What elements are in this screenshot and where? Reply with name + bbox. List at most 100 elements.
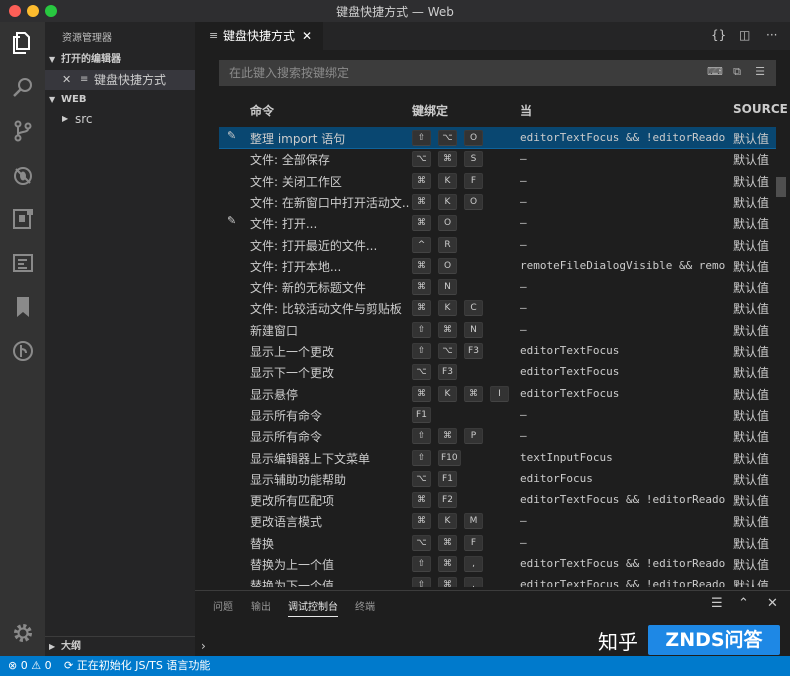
sort-by-precedence-icon[interactable]: ⧉ — [730, 65, 744, 79]
keybinding-cell: ⌘ O — [412, 257, 512, 274]
table-row[interactable]: 文件: 新的无标题文件 ⌘ N — 默认值 — [219, 276, 776, 297]
console-prompt[interactable]: › — [201, 639, 206, 653]
key-cap: ⌘ — [438, 321, 457, 338]
close-icon[interactable]: ✕ — [62, 70, 71, 90]
table-row[interactable]: ✎ 整理 import 语句 ⇧ ⌥ OeditorTextFocus && !edit… — [219, 127, 776, 149]
open-editor-item[interactable]: ✕ ≡ 键盘快捷方式 — [45, 70, 195, 90]
table-row[interactable]: 显示辅助功能帮助 ⌥ F1 editorFocus 默认值 — [219, 468, 776, 489]
table-row[interactable]: 显示悬停 ⌘ K ⌘ IeditorTextFocus 默认值 — [219, 383, 776, 404]
source-control-icon[interactable] — [10, 118, 35, 143]
key-cap: O — [438, 257, 457, 274]
table-row[interactable]: 文件: 全部保存 ⌥ ⌘ S — 默认值 — [219, 148, 776, 169]
vertical-scrollbar[interactable] — [776, 127, 786, 587]
explorer-icon[interactable] — [10, 30, 35, 55]
key-cap: ⌥ — [412, 470, 431, 487]
maximize-panel-icon[interactable]: ⌃ — [738, 596, 749, 611]
key-cap: K — [438, 193, 457, 210]
open-editors-section[interactable]: ▼ 打开的编辑器 — [45, 51, 195, 69]
table-row[interactable]: 文件: 比较活动文件与剪贴板 ⌘ K C — 默认值 — [219, 297, 776, 318]
settings-gear-icon[interactable] — [10, 620, 35, 645]
table-row[interactable]: 显示上一个更改 ⇧ ⌥ F3 editorTextFocus 默认值 — [219, 340, 776, 361]
key-cap: R — [438, 236, 457, 253]
key-cap: ⌥ — [438, 130, 457, 146]
open-json-icon[interactable]: {} — [711, 28, 726, 42]
table-row[interactable]: 文件: 打开最近的文件... ^ R — 默认值 — [219, 234, 776, 255]
when-cell: — — [520, 407, 527, 421]
key-cap: K — [438, 513, 457, 530]
keybinding-cell: ⌘ K F — [412, 172, 512, 189]
table-row[interactable]: 文件: 关闭工作区 ⌘ K F — 默认值 — [219, 170, 776, 191]
source-cell: 默认值 — [733, 323, 770, 338]
tab-label: 键盘快捷方式 — [223, 29, 296, 43]
bookmark-icon[interactable] — [10, 294, 35, 319]
source-cell: 默认值 — [733, 238, 770, 253]
table-row[interactable]: 显示编辑器上下文菜单 ⇧ F10 textInputFocus 默认值 — [219, 447, 776, 468]
key-cap: ⇧ — [412, 556, 431, 572]
column-header-source[interactable]: SOURCE — [733, 102, 788, 116]
key-cap: F1 — [438, 470, 457, 487]
extensions-icon[interactable] — [10, 206, 35, 231]
keyboard-shortcuts-file-icon: ≡ — [80, 74, 89, 85]
source-cell: 默认值 — [733, 259, 770, 274]
table-row[interactable]: 显示所有命令 F1 — 默认值 — [219, 404, 776, 425]
table-row[interactable]: 替换 ⌥ ⌘ F — 默认值 — [219, 532, 776, 553]
table-row[interactable]: 替换为上一个值 ⇧ ⌘, editorTextFocus && !editorRead… — [219, 553, 776, 574]
web-folder-section[interactable]: ▼ WEB — [45, 91, 195, 109]
debug-icon[interactable] — [10, 162, 35, 187]
outline-section[interactable]: ▶ 大纲 — [45, 636, 195, 656]
scrollbar-thumb[interactable] — [776, 177, 786, 197]
git-graph-icon[interactable] — [10, 338, 35, 363]
table-row[interactable]: 显示下一个更改 ⌥ F3 editorTextFocus 默认值 — [219, 361, 776, 382]
edit-pencil-icon[interactable]: ✎ — [227, 129, 241, 142]
panel-tab-output[interactable]: 输出 — [251, 598, 271, 616]
table-row[interactable]: 更改语言模式 ⌘ K M — 默认值 — [219, 510, 776, 531]
key-cap: ⌥ — [412, 534, 431, 551]
keybinding-cell: ⌘ K O — [412, 193, 512, 210]
command-cell: 文件: 打开本地... — [250, 259, 342, 274]
more-actions-icon[interactable]: ··· — [766, 28, 777, 42]
table-row[interactable]: 更改所有匹配项 ⌘ F2 editorTextFocus && !editorRead… — [219, 489, 776, 510]
panel-tab-problems[interactable]: 问题 — [213, 598, 233, 616]
table-row[interactable]: ✎ 文件: 打开... ⌘ O — 默认值 — [219, 212, 776, 233]
table-row[interactable]: 显示所有命令 ⇧ ⌘ P — 默认值 — [219, 425, 776, 446]
keybinding-cell: ⌘ F2 — [412, 492, 512, 509]
when-cell: — — [520, 535, 527, 549]
split-editor-icon[interactable]: ◫ — [739, 28, 750, 42]
key-cap: ⌘ — [464, 385, 483, 402]
keybinding-cell: ⇧ ⌘ N — [412, 321, 512, 338]
column-header-keybinding[interactable]: 键绑定 — [412, 102, 448, 119]
search-box: ⌨ ⧉ ☰ — [219, 60, 776, 86]
close-icon[interactable]: ✕ — [302, 22, 312, 50]
clear-search-icon[interactable]: ☰ — [753, 65, 767, 79]
when-cell: editorTextFocus — [520, 365, 620, 379]
close-panel-icon[interactable]: ✕ — [767, 596, 778, 611]
search-input[interactable] — [219, 60, 709, 86]
column-header-command[interactable]: 命令 — [250, 102, 274, 119]
edit-pencil-icon[interactable]: ✎ — [227, 214, 241, 227]
panel-tab-debug-console[interactable]: 调试控制台 — [288, 598, 338, 617]
table-row[interactable]: 新建窗口 ⇧ ⌘ N — 默认值 — [219, 319, 776, 340]
record-keys-icon[interactable]: ⌨ — [707, 65, 723, 79]
command-cell: 显示下一个更改 — [250, 366, 335, 381]
watermark-badge: ZNDS问答 — [648, 625, 780, 655]
problems-status[interactable]: ⊗ 0 ⚠ 0 — [8, 656, 52, 676]
language-status[interactable]: ⟳ 正在初始化 JS/TS 语言功能 — [64, 656, 210, 676]
keybinding-cell: ⌘ K C — [412, 300, 512, 317]
output-icon[interactable] — [10, 250, 35, 275]
key-cap: N — [438, 279, 457, 296]
column-header-when[interactable]: 当 — [520, 102, 532, 119]
search-icon[interactable] — [10, 74, 35, 99]
key-cap: ⇧ — [412, 577, 431, 587]
command-cell: 文件: 比较活动文件与剪贴板 — [250, 302, 402, 317]
table-row[interactable]: 替换为下一个值 ⇧ ⌘. editorTextFocus && !editorRead… — [219, 574, 776, 587]
tab-keyboard-shortcuts[interactable]: ≡ 键盘快捷方式 ✕ — [195, 22, 323, 50]
folder-item-label: src — [75, 112, 93, 126]
panel-tab-terminal[interactable]: 终端 — [355, 598, 375, 616]
folder-item-src[interactable]: ▶ src — [45, 109, 195, 129]
clear-console-icon[interactable]: ☰ — [711, 596, 723, 611]
table-row[interactable]: 文件: 打开本地... ⌘ OremoteFileDialogVisible && … — [219, 255, 776, 276]
when-cell: editorTextFocus && !editorReadonly — [520, 578, 725, 587]
command-cell: 显示编辑器上下文菜单 — [250, 451, 371, 466]
title-bar: 键盘快捷方式 — Web — [0, 0, 790, 23]
table-row[interactable]: 文件: 在新窗口中打开活动文... ⌘ K O — 默认值 — [219, 191, 776, 212]
